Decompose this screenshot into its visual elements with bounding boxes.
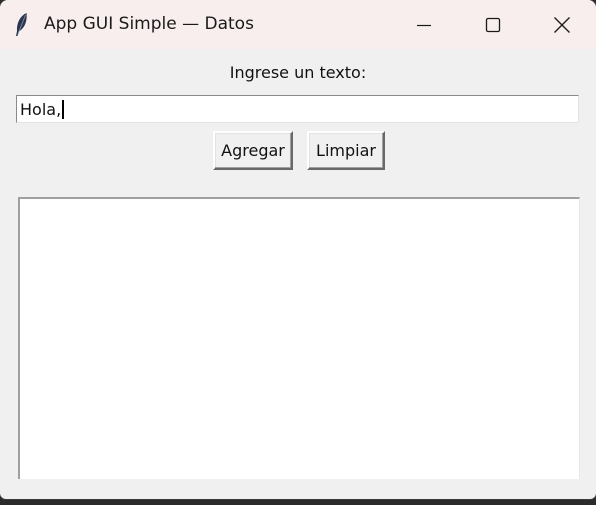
maximize-button[interactable] [459,0,527,49]
add-button[interactable]: Agregar [213,131,293,170]
text-caret [62,100,65,119]
window-title: App GUI Simple — Datos [44,14,254,34]
close-button[interactable] [528,0,596,49]
close-icon [554,16,570,33]
minimize-button[interactable] [390,0,458,49]
text-input[interactable]: Hola, [16,95,579,123]
text-input-value: Hola, [20,100,62,119]
items-listbox[interactable] [18,197,580,479]
maximize-icon [485,17,501,32]
app-window: App GUI Simple — Datos Ingrese un texto:… [0,0,596,499]
clear-button[interactable]: Limpiar [307,131,385,170]
title-bar[interactable]: App GUI Simple — Datos [0,0,596,49]
minimize-icon [417,24,431,26]
feather-icon [13,12,29,38]
prompt-label: Ingrese un texto: [229,63,367,82]
